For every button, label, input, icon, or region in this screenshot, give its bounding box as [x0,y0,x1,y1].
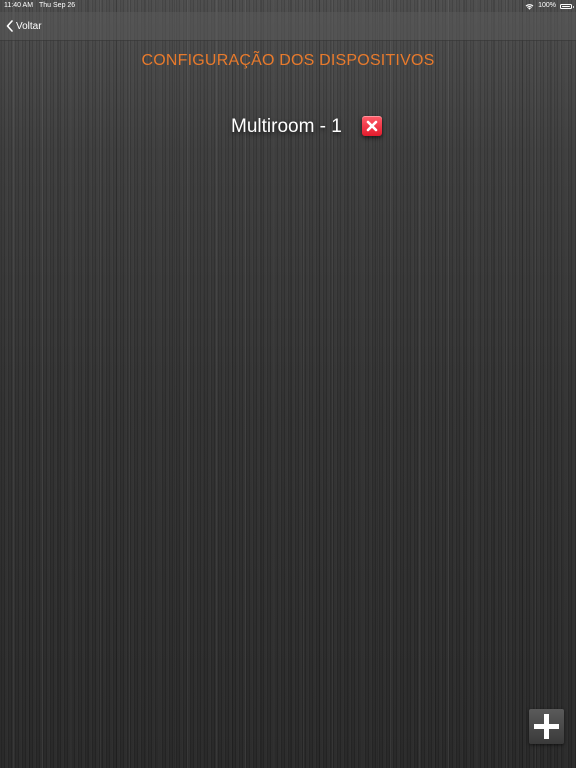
status-bar: 11:40 AM Thu Sep 26 100% [0,0,576,12]
status-right: 100% [525,0,574,12]
delete-device-button[interactable] [362,116,382,136]
screen: 11:40 AM Thu Sep 26 100% Voltar CONFIGUR… [0,0,576,768]
back-button[interactable]: Voltar [6,18,42,34]
wifi-icon [525,3,534,10]
nav-bar: Voltar [0,12,576,41]
battery-percent: 100% [538,2,556,9]
status-time: 11:40 AM [4,2,34,9]
battery-icon [560,3,574,9]
device-label[interactable]: Multiroom - 1 [231,116,342,138]
page-title: CONFIGURAÇÃO DOS DISPOSITIVOS [141,52,435,69]
back-label: Voltar [16,20,42,32]
status-date: Thu Sep 26 [39,2,76,9]
close-icon [366,120,378,132]
add-device-button[interactable] [529,709,564,744]
chevron-left-icon [6,20,13,32]
plus-icon [534,714,559,739]
device-list-item[interactable]: Multiroom - 1 [0,114,576,140]
